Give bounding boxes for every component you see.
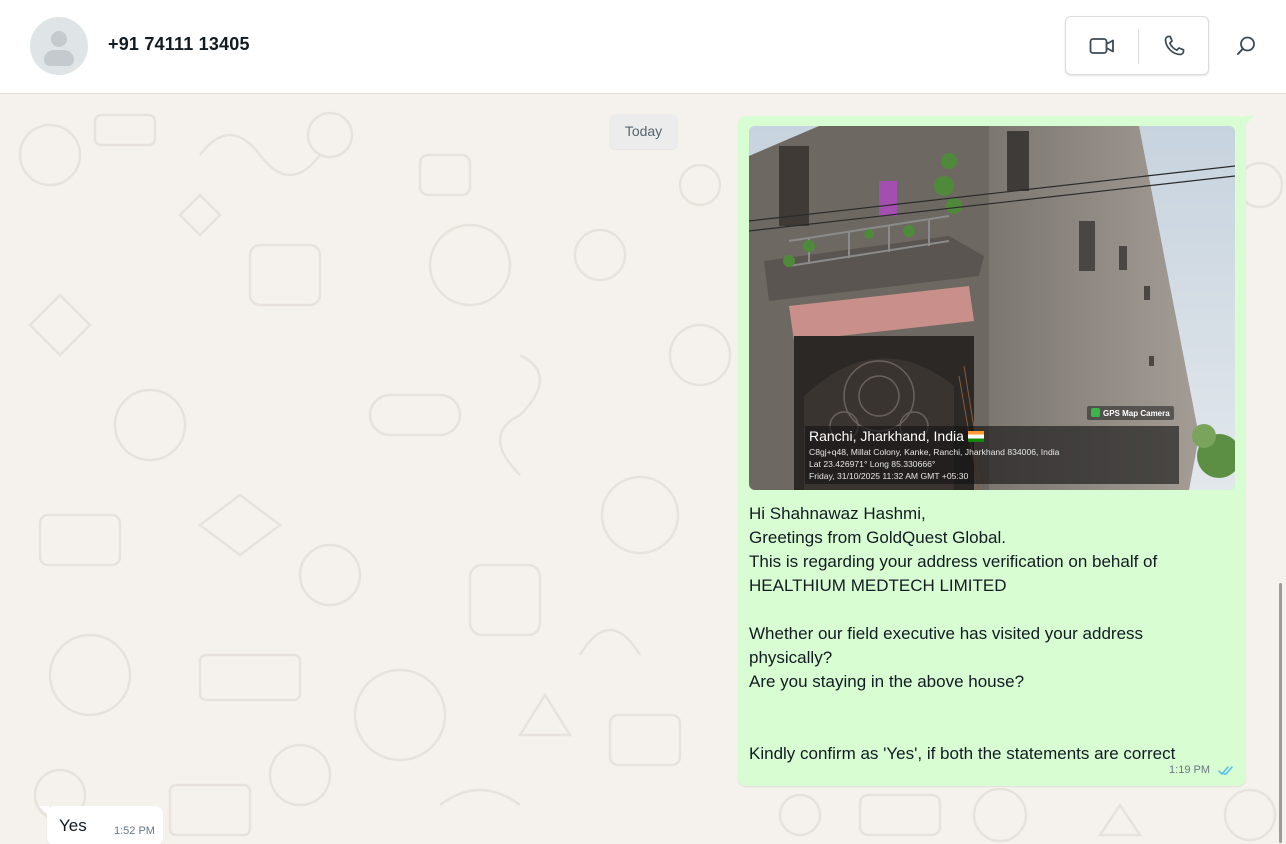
incoming-message-text: Yes bbox=[59, 816, 87, 835]
photo-coordinates: Lat 23.426971° Long 85.330666° bbox=[809, 459, 936, 469]
chat-header: +91 74111 13405 bbox=[0, 0, 1286, 94]
chat-scrollbar[interactable] bbox=[1279, 583, 1282, 843]
house-photo[interactable]: GPS Map Camera Ranchi, Jharkhand, India … bbox=[749, 126, 1235, 490]
voice-call-button[interactable] bbox=[1148, 25, 1200, 67]
read-receipt-icon bbox=[1218, 765, 1233, 775]
message-line: Greetings from GoldQuest Global. bbox=[749, 528, 1007, 547]
bubble-tail bbox=[1244, 116, 1254, 126]
video-call-button[interactable] bbox=[1076, 25, 1128, 67]
photo-datetime: Friday, 31/10/2025 11:32 AM GMT +05:30 bbox=[809, 471, 969, 481]
gps-camera-logo-icon bbox=[1091, 408, 1100, 417]
search-button[interactable] bbox=[1226, 26, 1266, 66]
avatar-body-shape bbox=[44, 50, 74, 66]
india-flag-icon bbox=[967, 431, 984, 442]
photo-address: C8gj+q48, Millat Colony, Kanke, Ranchi, … bbox=[809, 447, 1060, 457]
gps-camera-brand: GPS Map Camera bbox=[1103, 409, 1170, 418]
outgoing-message-meta: 1:19 PM bbox=[1169, 764, 1234, 776]
outgoing-message-text: Hi Shahnawaz Hashmi, Greetings from Gold… bbox=[749, 502, 1239, 766]
avatar-head-shape bbox=[51, 31, 67, 47]
phone-icon bbox=[1164, 35, 1185, 56]
date-separator: Today bbox=[609, 114, 678, 149]
message-line bbox=[749, 694, 1239, 718]
gps-camera-badge: GPS Map Camera bbox=[1087, 406, 1174, 420]
message-line: HEALTHIUM MEDTECH LIMITED bbox=[749, 576, 1007, 595]
message-line: Whether our field executive has visited … bbox=[749, 624, 1144, 643]
contact-avatar[interactable] bbox=[30, 17, 88, 75]
search-icon bbox=[1237, 36, 1255, 55]
call-group-divider bbox=[1138, 29, 1139, 64]
photo-city-line: Ranchi, Jharkhand, India bbox=[809, 428, 984, 444]
message-line: This is regarding your address verificat… bbox=[749, 552, 1158, 571]
outgoing-message-time: 1:19 PM bbox=[1169, 764, 1210, 776]
message-line bbox=[749, 598, 1239, 622]
contact-name[interactable]: +91 74111 13405 bbox=[108, 34, 250, 55]
message-line: physically? bbox=[749, 648, 833, 667]
message-line: Hi Shahnawaz Hashmi, bbox=[749, 504, 926, 523]
outgoing-message-bubble[interactable]: GPS Map Camera Ranchi, Jharkhand, India … bbox=[738, 116, 1254, 786]
message-line: Kindly confirm as 'Yes', if both the sta… bbox=[749, 744, 1176, 763]
bubble-tail bbox=[39, 806, 49, 816]
call-button-group bbox=[1065, 16, 1209, 75]
chat-pane[interactable]: Today GPS Map Camera Ranchi, Jharkhand, … bbox=[0, 95, 1286, 844]
message-line: Are you staying in the above house? bbox=[749, 672, 1025, 691]
incoming-message-time: 1:52 PM bbox=[114, 825, 155, 837]
incoming-message-bubble[interactable]: Yes 1:52 PM bbox=[39, 806, 163, 844]
photo-city: Ranchi, Jharkhand, India bbox=[809, 428, 964, 444]
video-camera-icon bbox=[1089, 38, 1114, 54]
gps-location-overlay: Ranchi, Jharkhand, India C8gj+q48, Milla… bbox=[805, 426, 1179, 484]
message-line bbox=[749, 718, 1239, 742]
